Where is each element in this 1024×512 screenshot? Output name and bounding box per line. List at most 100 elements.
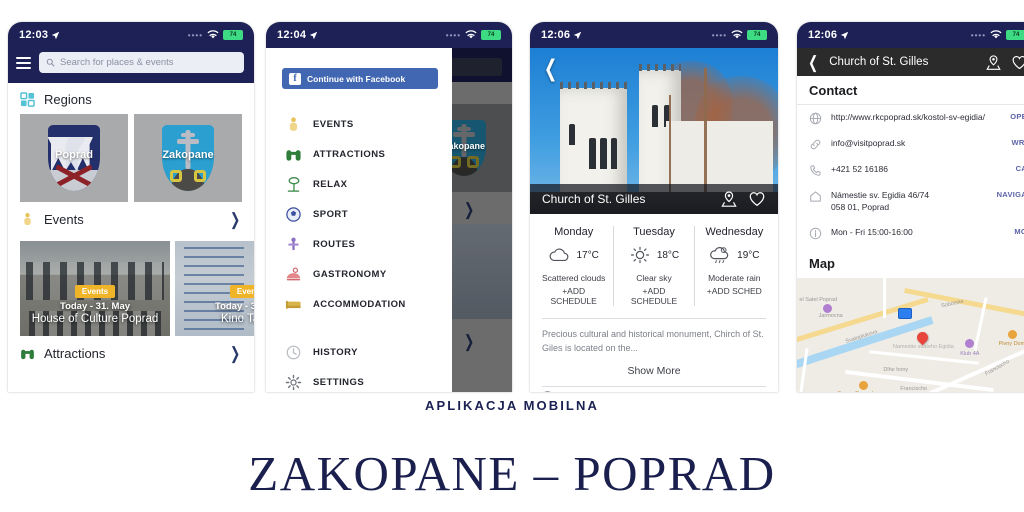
signal-dots-icon: •••• — [187, 30, 203, 40]
back-button[interactable]: ❮ — [808, 54, 818, 71]
add-schedule-button[interactable]: +ADD SCHEDULE — [620, 286, 687, 306]
footer-kicker: APLIKACJA MOBILNA — [425, 398, 599, 413]
wifi-icon — [990, 30, 1002, 39]
card-date: Today - 31. May — [214, 300, 254, 312]
contact-row-phone[interactable]: +421 52 16186 CA — [797, 157, 1024, 183]
phone-screenshot-contact: 12:06 •••• 74 ❮ Church of St. Gilles Con… — [797, 22, 1024, 392]
region-tile-poprad[interactable]: Poprad — [20, 114, 128, 202]
phone-icon — [810, 165, 821, 176]
binoculars-icon — [286, 149, 301, 161]
search-icon — [46, 58, 55, 67]
menu-item-sport[interactable]: SPORT — [266, 199, 452, 229]
write-action-button[interactable]: WRI — [1012, 138, 1024, 147]
binoculars-icon — [21, 349, 34, 360]
region-label: Zakopane — [162, 149, 214, 162]
menu-icon[interactable] — [16, 56, 31, 69]
contact-value: info@visitpoprad.sk — [831, 138, 906, 148]
signal-dots-icon: •••• — [711, 30, 727, 40]
map-label: Forum Poprad — [838, 391, 873, 392]
regions-icon — [20, 92, 35, 107]
wifi-icon — [731, 30, 743, 39]
home-icon — [810, 191, 821, 202]
heart-icon[interactable] — [1011, 54, 1024, 71]
contact-row-address[interactable]: Námestie sv. Egidia 46/74 058 01, Poprad… — [797, 183, 1024, 220]
status-time: 12:06 — [808, 29, 838, 41]
call-action-button[interactable]: CA — [1016, 164, 1024, 173]
add-schedule-button[interactable]: +ADD SCHED — [701, 286, 768, 296]
drawer-overlay-container: Zakopane ❯ ❯ f Continue with Facebook EV… — [266, 48, 512, 392]
menu-item-label: ATTRACTIONS — [313, 148, 386, 160]
back-button[interactable]: ❮ — [544, 57, 557, 80]
menu-item-label: GASTRONOMY — [313, 268, 387, 280]
signal-dots-icon: •••• — [445, 30, 461, 40]
link-icon — [810, 139, 821, 150]
contact-row-email[interactable]: info@visitpoprad.sk WRI — [797, 131, 1024, 157]
continue-with-facebook-button[interactable]: f Continue with Facebook — [282, 68, 438, 89]
more-action-button[interactable]: MO — [1014, 227, 1024, 236]
tree-icon — [287, 176, 300, 192]
status-time: 12:06 — [541, 29, 571, 41]
navigate-action-button[interactable]: NAVIGA — [997, 190, 1024, 199]
menu-item-label: HISTORY — [313, 346, 358, 358]
phone-screenshot-home: 12:03 •••• 74 Search for places & events — [8, 22, 254, 392]
menu-item-settings[interactable]: SETTINGS — [266, 367, 452, 392]
open-action-button[interactable]: OPE — [1010, 112, 1024, 121]
status-time: 12:03 — [19, 29, 49, 41]
section-heading-contact: Contact — [809, 83, 858, 98]
facebook-button-label: Continue with Facebook — [307, 73, 406, 84]
menu-item-relax[interactable]: RELAX — [266, 169, 452, 199]
menu-item-gastronomy[interactable]: GASTRONOMY — [266, 259, 452, 289]
battery-indicator: 74 — [223, 30, 243, 40]
menu-item-label: ROUTES — [313, 238, 356, 250]
menu-item-attractions[interactable]: ATTRACTIONS — [266, 139, 452, 169]
weather-temp: 19°C — [737, 249, 760, 261]
menu-item-events[interactable]: EVENTS — [266, 109, 452, 139]
chevron-right-icon[interactable]: ❯ — [230, 211, 240, 228]
section-heading-map: Map — [809, 255, 835, 271]
sun-icon — [630, 246, 649, 264]
navigation-drawer: f Continue with Facebook EVENTS ATTRACTI… — [266, 48, 452, 392]
contact-value: +421 52 16186 — [831, 164, 888, 174]
status-bar-left: 12:04 — [277, 29, 318, 41]
map-view[interactable]: el Satel Poprad Sobotske Svatoplukova Ja… — [797, 277, 1024, 392]
search-input[interactable]: Search for places & events — [39, 52, 244, 73]
map-label: Dlhe hony — [883, 367, 909, 374]
battery-indicator: 74 — [1006, 30, 1024, 40]
contact-row-website[interactable]: http://www.rkcpoprad.sk/kostol-sv-egidia… — [797, 105, 1024, 131]
add-schedule-button[interactable]: +ADD SCHEDULE — [540, 286, 607, 306]
routes-icon — [288, 237, 299, 250]
hero-photo-church: ❮ Church of St. Gilles — [530, 48, 778, 214]
card-date: Today - 31. May — [59, 300, 131, 312]
event-card[interactable]: Events Today - 31. May House of Culture … — [20, 241, 170, 336]
food-icon — [286, 267, 301, 280]
heart-icon[interactable] — [748, 190, 766, 208]
map-label: Namestie svateho Egidia — [893, 343, 954, 350]
menu-item-label: RELAX — [313, 178, 348, 190]
contact-value: Námestie sv. Egidia 46/74 058 01, Poprad — [831, 190, 930, 213]
signal-dots-icon: •••• — [970, 30, 986, 40]
region-tile-zakopane[interactable]: Zakopane — [134, 114, 242, 202]
section-header-events[interactable]: Events ❯ — [8, 202, 254, 235]
status-bar-left: 12:03 — [19, 29, 60, 41]
clock-icon — [286, 345, 301, 359]
regions-tiles: Poprad Zakopane — [8, 114, 254, 202]
wifi-icon — [465, 30, 477, 39]
menu-item-history[interactable]: HISTORY — [266, 337, 452, 367]
card-badge: Events — [74, 284, 116, 298]
location-arrow-icon — [840, 31, 849, 39]
menu-item-accommodation[interactable]: ACCOMMODATION — [266, 289, 452, 319]
menu-item-routes[interactable]: ROUTES — [266, 229, 452, 259]
map-pin-icon[interactable] — [985, 54, 1002, 71]
map-label: el Satel Poprad — [799, 296, 837, 303]
chevron-right-icon[interactable]: ❯ — [230, 345, 240, 362]
section-header-attractions[interactable]: Attractions ❯ — [8, 336, 254, 369]
event-card[interactable]: Events Today - 31. May Kino Tatran — [175, 241, 254, 336]
weather-temp: 18°C — [656, 249, 680, 261]
facebook-icon: f — [289, 72, 301, 85]
map-pin-icon[interactable] — [720, 190, 738, 208]
contact-value: Mon - Fri 15:00-16:00 — [831, 226, 913, 237]
wifi-icon — [207, 30, 219, 39]
contact-row-hours[interactable]: Mon - Fri 15:00-16:00 MO — [797, 220, 1024, 246]
show-more-button[interactable]: Show More — [530, 356, 778, 384]
rain-icon — [710, 247, 729, 264]
